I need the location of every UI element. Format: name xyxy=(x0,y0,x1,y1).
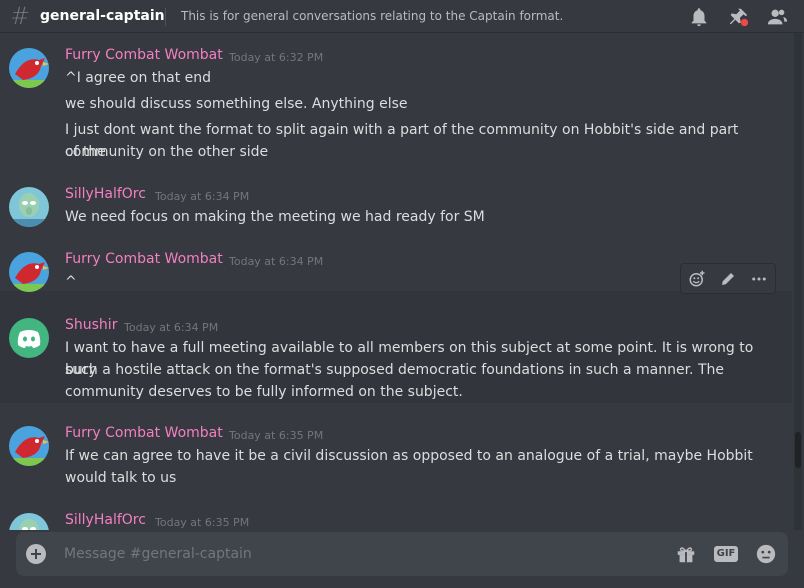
message-author[interactable]: Furry Combat Wombat xyxy=(65,251,223,267)
message-author[interactable]: Furry Combat Wombat xyxy=(65,47,223,63)
edit-icon[interactable] xyxy=(717,268,739,290)
plus-icon[interactable] xyxy=(26,544,46,564)
message-author[interactable]: Furry Combat Wombat xyxy=(65,425,223,441)
message-timestamp: Today at 6:32 PM xyxy=(229,51,324,64)
red-bird-avatar[interactable] xyxy=(9,48,49,88)
gif-icon[interactable]: GIF xyxy=(713,542,739,566)
message-text: would talk to us xyxy=(65,470,177,486)
message-text: ^ xyxy=(65,274,77,290)
more-icon[interactable] xyxy=(748,268,770,290)
squidward-avatar[interactable] xyxy=(9,187,49,227)
squidward-avatar[interactable] xyxy=(9,513,49,530)
message-list[interactable]: Furry Combat Wombat Today at 6:32 PM ^I … xyxy=(0,33,792,530)
message-author[interactable]: SillyHalfOrc xyxy=(65,186,146,202)
gif-label: GIF xyxy=(713,546,739,562)
message-timestamp: Today at 6:35 PM xyxy=(155,516,250,529)
channel-header: # general-captain This is for general co… xyxy=(0,0,804,33)
red-bird-avatar[interactable] xyxy=(9,252,49,292)
bell-icon[interactable] xyxy=(688,6,710,28)
emoji-icon[interactable] xyxy=(754,542,778,566)
message-composer: GIF xyxy=(16,532,788,576)
header-divider xyxy=(165,8,166,26)
pin-icon[interactable] xyxy=(728,6,750,28)
members-icon[interactable] xyxy=(766,6,788,28)
message-timestamp: Today at 6:35 PM xyxy=(229,429,324,442)
message-text: We need focus on making the meeting we h… xyxy=(65,209,485,225)
channel-hash-icon: # xyxy=(10,2,31,30)
message-timestamp: Today at 6:34 PM xyxy=(155,190,250,203)
scrollbar-thumb[interactable] xyxy=(795,432,801,468)
message-text: ^I agree on that end xyxy=(65,70,212,86)
message-actions-toolbar xyxy=(680,263,776,294)
channel-name[interactable]: general-captain xyxy=(40,8,165,24)
message-text: If we can agree to have it be a civil di… xyxy=(65,448,753,464)
channel-topic[interactable]: This is for general conversations relati… xyxy=(181,9,563,23)
add-reaction-icon[interactable] xyxy=(686,268,708,290)
message-text: we should discuss something else. Anythi… xyxy=(65,96,408,112)
gift-icon[interactable] xyxy=(674,542,698,566)
message-author[interactable]: Shushir xyxy=(65,317,117,333)
message-text: community deserves to be fully informed … xyxy=(65,384,463,400)
message-text: such a hostile attack on the format's su… xyxy=(65,362,724,378)
discord-default-avatar[interactable] xyxy=(9,318,49,358)
message-author[interactable]: SillyHalfOrc xyxy=(65,512,146,528)
red-bird-avatar[interactable] xyxy=(9,426,49,466)
message-text: community on the other side xyxy=(65,144,269,160)
message-input[interactable] xyxy=(64,542,664,566)
message-timestamp: Today at 6:34 PM xyxy=(124,321,219,334)
message-timestamp: Today at 6:34 PM xyxy=(229,255,324,268)
